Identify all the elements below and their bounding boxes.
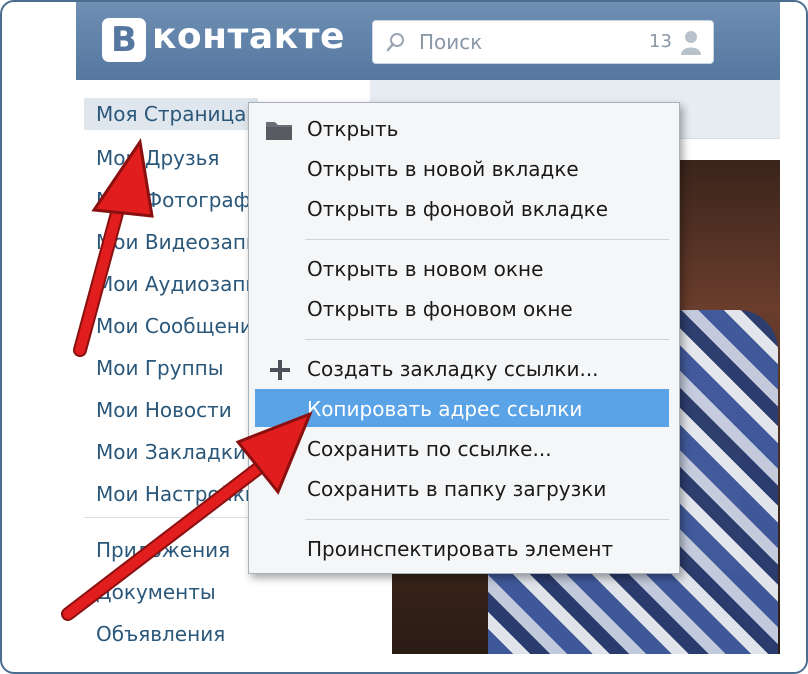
sidebar-item-apps[interactable]: Приложения (96, 538, 230, 562)
menu-separator (305, 339, 669, 340)
menu-item-save-link[interactable]: Сохранить по ссылке... (307, 437, 552, 461)
context-menu: Открыть Открыть в новой вкладке Открыть … (248, 102, 680, 574)
search-icon (386, 33, 404, 52)
menu-item-copy-link-address[interactable]: Копировать адрес ссылки (307, 397, 582, 421)
right-edge (780, 2, 806, 672)
sidebar-item-groups[interactable]: Мои Группы (96, 356, 224, 380)
logo-letter: B (111, 20, 137, 60)
sidebar-item-bookmarks[interactable]: Мои Закладки (96, 440, 246, 464)
sidebar-item-documents[interactable]: Документы (96, 580, 216, 604)
person-icon (681, 31, 701, 55)
sidebar-item-news[interactable]: Мои Новости (96, 398, 232, 422)
sidebar-item-ads[interactable]: Объявления (96, 622, 225, 646)
search-input[interactable]: Поиск 13 (372, 20, 714, 64)
menu-item-save-to-downloads[interactable]: Сохранить в папку загрузки (307, 477, 606, 501)
menu-item-open-new-tab[interactable]: Открыть в новой вкладке (307, 157, 579, 181)
logo-text[interactable]: контакте (152, 16, 345, 57)
site-header: B контакте Поиск 13 (76, 2, 784, 81)
sidebar-item-messages[interactable]: Мои Сообщения (96, 314, 265, 338)
screenshot-frame: B контакте Поиск 13 Моя Страница Мои Дру… (0, 0, 808, 674)
sidebar-item-settings[interactable]: Мои Настройки (96, 482, 258, 506)
menu-item-open-background-tab[interactable]: Открыть в фоновой вкладке (307, 197, 608, 221)
menu-item-open-background-window[interactable]: Открыть в фоновом окне (307, 297, 573, 321)
plus-icon (270, 360, 290, 380)
sidebar-item-my-page[interactable]: Моя Страница (84, 98, 259, 130)
menu-separator (305, 239, 669, 240)
menu-item-open[interactable]: Открыть (307, 117, 398, 141)
search-placeholder: Поиск (419, 30, 483, 54)
search-count: 13 (649, 31, 672, 52)
menu-item-open-new-window[interactable]: Открыть в новом окне (307, 257, 543, 281)
folder-icon (266, 122, 292, 140)
menu-separator (305, 519, 669, 520)
menu-item-create-bookmark[interactable]: Создать закладку ссылки... (307, 357, 599, 381)
menu-item-inspect-element[interactable]: Проинспектировать элемент (307, 537, 613, 561)
sidebar-item-friends[interactable]: Мои Друзья (96, 146, 219, 170)
